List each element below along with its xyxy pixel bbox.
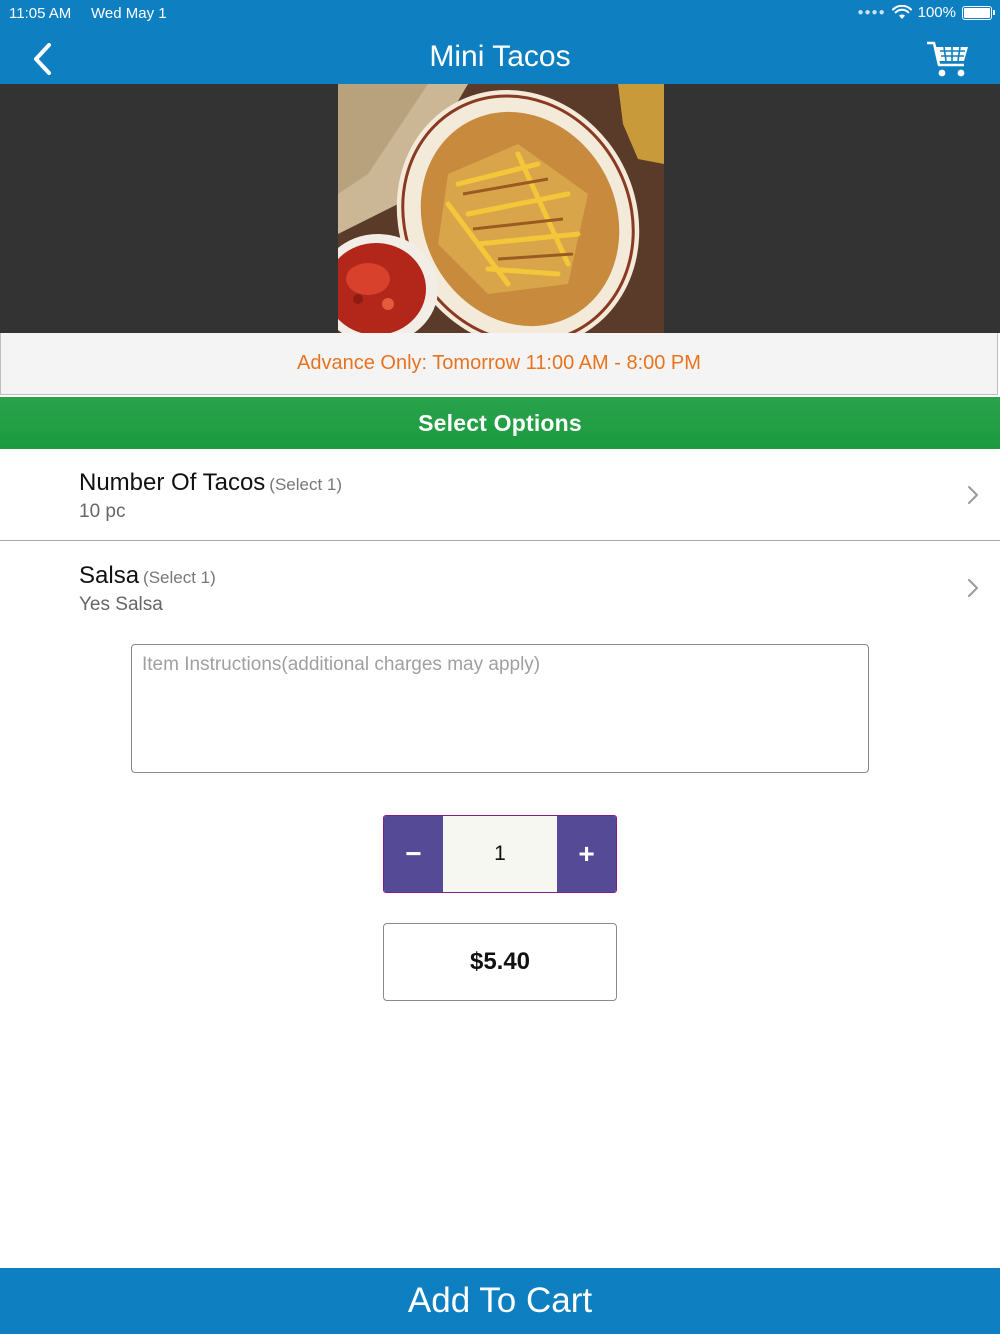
- shopping-cart-icon: [927, 41, 968, 77]
- item-photo: [338, 84, 664, 333]
- quantity-stepper: − 1 +: [383, 815, 617, 893]
- option-hint: (Select 1): [143, 568, 216, 587]
- status-time: 11:05 AM: [9, 5, 72, 22]
- option-hint: (Select 1): [269, 475, 343, 494]
- top-bar: 11:05 AM Wed May 1 ●●●● 100% Mini Tacos: [0, 0, 1000, 84]
- chevron-right-icon: [968, 579, 978, 597]
- option-salsa[interactable]: Salsa (Select 1) Yes Salsa: [0, 542, 1000, 634]
- item-price: $5.40: [383, 923, 617, 1001]
- decrease-quantity-button[interactable]: −: [384, 816, 443, 892]
- item-instructions-input[interactable]: [131, 644, 869, 773]
- wifi-icon: [891, 5, 912, 19]
- status-indicators: ●●●● 100%: [857, 4, 995, 21]
- add-to-cart-button[interactable]: Add To Cart: [0, 1268, 1000, 1334]
- availability-banner: Advance Only: Tomorrow 11:00 AM - 8:00 P…: [0, 333, 998, 395]
- page-title: Mini Tacos: [429, 40, 571, 73]
- item-image-area: [0, 84, 1000, 333]
- option-selected-value: Yes Salsa: [79, 594, 163, 615]
- cart-button[interactable]: [926, 40, 970, 80]
- option-name: Number Of Tacos (Select 1): [79, 469, 343, 496]
- increase-quantity-button[interactable]: +: [557, 816, 616, 892]
- option-name: Salsa (Select 1): [79, 562, 216, 589]
- quantity-value[interactable]: 1: [443, 816, 557, 892]
- battery-percent: 100%: [917, 4, 956, 21]
- status-date: Wed May 1: [91, 5, 167, 22]
- option-selected-value: 10 pc: [79, 501, 126, 522]
- options-header: Select Options: [0, 397, 1000, 449]
- chevron-right-icon: [968, 486, 978, 504]
- battery-icon: [962, 5, 995, 20]
- signal-icon: ●●●●: [857, 7, 886, 18]
- item-detail-screen: 11:05 AM Wed May 1 ●●●● 100% Mini Tacos: [0, 0, 1000, 1334]
- option-number-of-tacos[interactable]: Number Of Tacos (Select 1) 10 pc: [0, 449, 1000, 541]
